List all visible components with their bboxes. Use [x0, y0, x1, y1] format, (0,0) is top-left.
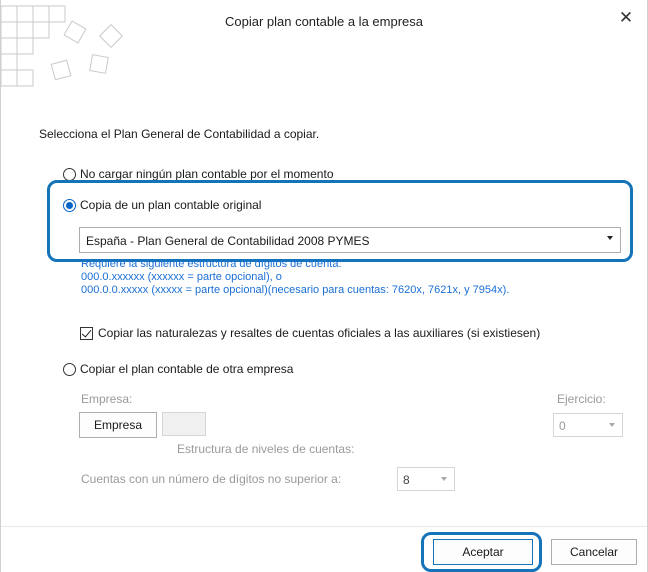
ejercicio-label: Ejercicio:: [557, 392, 606, 406]
highlight-frame: [47, 180, 633, 262]
info-line-2: 000.0.xxxxxx (xxxxxx = parte opcional), …: [81, 271, 282, 283]
cuentas-label: Cuentas con un número de dígitos no supe…: [81, 472, 342, 486]
radio-no-cargar-label: No cargar ningún plan contable por el mo…: [80, 167, 334, 181]
empresa-button[interactable]: Empresa: [79, 412, 157, 438]
structure-info: Requiere la siguiente estructura de dígi…: [81, 258, 509, 297]
footer-divider: [1, 526, 647, 527]
empresa-label: Empresa:: [81, 392, 133, 406]
info-line-1: Requiere la siguiente estructura de dígi…: [81, 258, 342, 270]
radio-copiar-otra[interactable]: Copiar el plan contable de otra empresa: [63, 362, 293, 376]
prompt-text: Selecciona el Plan General de Contabilid…: [39, 127, 320, 141]
ejercicio-value: 0: [559, 419, 566, 433]
copy-natures-label: Copiar las naturalezas y resaltes de cue…: [98, 326, 541, 340]
radio-no-cargar[interactable]: No cargar ningún plan contable por el mo…: [63, 167, 334, 181]
radio-copiar-otra-label: Copiar el plan contable de otra empresa: [80, 362, 294, 376]
digitos-select[interactable]: 8: [397, 467, 455, 491]
copy-natures-checkbox[interactable]: Copiar las naturalezas y resaltes de cue…: [80, 326, 540, 340]
digitos-value: 8: [403, 473, 410, 487]
close-icon[interactable]: ✕: [615, 7, 637, 29]
radio-unchecked-icon: [63, 167, 76, 181]
checkbox-checked-icon: [80, 326, 93, 340]
empresa-field[interactable]: [162, 412, 206, 436]
dialog-window: Copiar plan contable a la empresa ✕ Sele…: [0, 0, 648, 572]
chevron-down-icon: [609, 423, 615, 427]
ejercicio-select[interactable]: 0: [553, 413, 623, 437]
info-line-3: 000.0.0.xxxxx (xxxxx = parte opcional)(n…: [81, 284, 510, 296]
dialog-title: Copiar plan contable a la empresa: [224, 14, 423, 29]
cancelar-button[interactable]: Cancelar: [551, 539, 637, 565]
chevron-down-icon: [441, 477, 447, 481]
radio-unchecked-icon: [63, 362, 76, 376]
estructura-label: Estructura de niveles de cuentas:: [177, 442, 355, 456]
highlight-frame-accept: [421, 532, 542, 572]
